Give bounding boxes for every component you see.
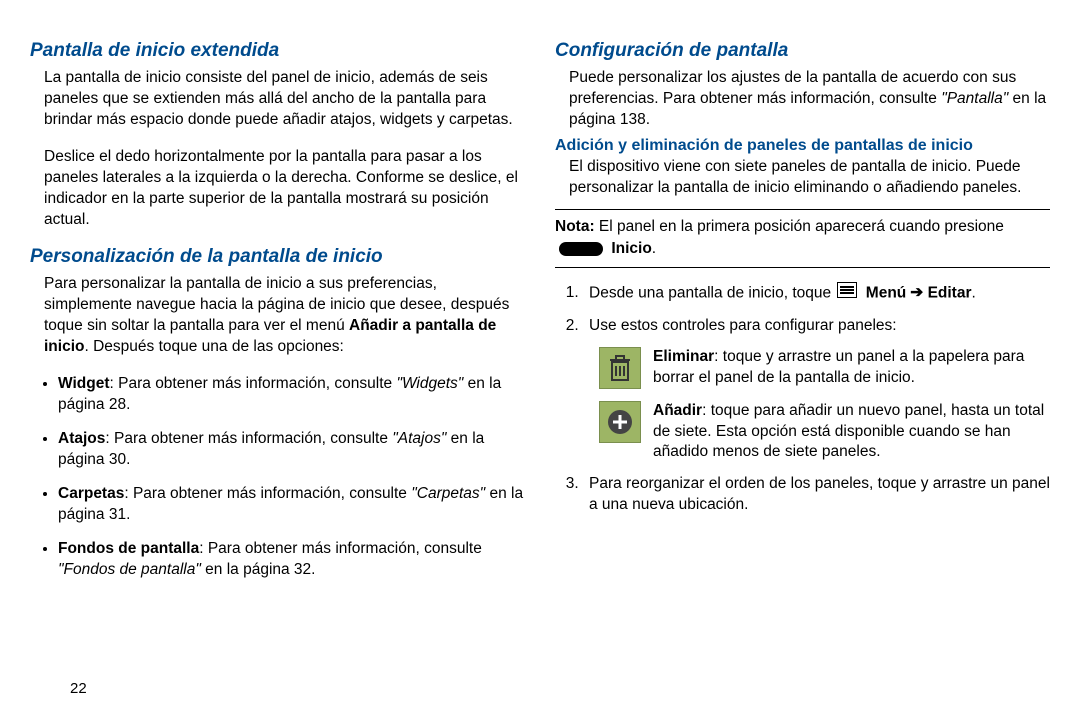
text: : Para obtener más información, consulte [105,430,392,447]
text: . Después toque una de las opciones: [84,338,343,355]
text: . [972,284,976,301]
text: en la página 32. [201,561,316,578]
control-text: Añadir: toque para añadir un nuevo panel… [653,401,1050,461]
label: Carpetas [58,485,124,502]
list-item: Widget: Para obtener más información, co… [58,374,525,416]
text: . [652,240,656,257]
list-item: Desde una pantalla de inicio, toque Menú… [583,282,1050,305]
text: Use estos controles para configurar pane… [589,317,897,334]
label: Widget [58,375,110,392]
note-label: Nota: [555,218,595,235]
text: El panel en la primera posición aparecer… [595,218,1004,235]
label: Fondos de pantalla [58,540,199,557]
text: : Para obtener más información, consulte [110,375,397,392]
menu-icon [837,282,857,305]
plus-icon [599,401,641,443]
ref: "Pantalla" [941,90,1008,107]
options-list: Widget: Para obtener más información, co… [30,374,525,580]
para-panels: El dispositivo viene con siete paneles d… [555,157,1050,199]
list-item: Fondos de pantalla: Para obtener más inf… [58,539,525,581]
control-add: Añadir: toque para añadir un nuevo panel… [599,401,1050,461]
para-intro: La pantalla de inicio consiste del panel… [30,68,525,131]
label: Atajos [58,430,105,447]
control-delete: Eliminar: toque y arrastre un panel a la… [599,347,1050,389]
trash-icon [599,347,641,389]
heading-add-remove-panels: Adición y eliminación de paneles de pant… [555,137,1050,155]
ref: "Widgets" [396,375,463,392]
control-text: Eliminar: toque y arrastre un panel a la… [653,347,1050,389]
arrow-icon: ➔ [910,284,923,301]
text: : toque para añadir un nuevo panel, hast… [653,402,1044,459]
note-box: Nota: El panel en la primera posición ap… [555,209,1050,268]
para-personalize: Para personalizar la pantalla de inicio … [30,274,525,358]
ref: "Fondos de pantalla" [58,561,201,578]
steps-list: Desde una pantalla de inicio, toque Menú… [555,282,1050,516]
right-column: Configuración de pantalla Puede personal… [555,40,1050,594]
para-config: Puede personalizar los ajustes de la pan… [555,68,1050,131]
two-column-layout: Pantalla de inicio extendida La pantalla… [30,40,1050,594]
label: Eliminar [653,348,714,365]
para-swipe: Deslice el dedo horizontalmente por la p… [30,147,525,231]
list-item: Atajos: Para obtener más información, co… [58,429,525,471]
text-bold: Inicio [611,240,651,257]
text-bold: Editar [928,284,972,301]
text: : Para obtener más información, consulte [199,540,482,557]
list-item: Carpetas: Para obtener más información, … [58,484,525,526]
ref: "Carpetas" [411,485,485,502]
heading-screen-config: Configuración de pantalla [555,40,1050,62]
ref: "Atajos" [392,430,446,447]
page-number: 22 [70,680,87,697]
heading-personalize: Personalización de la pantalla de inicio [30,246,525,268]
list-item: Use estos controles para configurar pane… [583,316,1050,461]
heading-extended-home: Pantalla de inicio extendida [30,40,525,62]
left-column: Pantalla de inicio extendida La pantalla… [30,40,525,594]
list-item: Para reorganizar el orden de los paneles… [583,474,1050,516]
text-bold: Menú [866,284,906,301]
text: Desde una pantalla de inicio, toque [589,284,835,301]
text: : Para obtener más información, consulte [124,485,411,502]
label: Añadir [653,402,702,419]
home-key-icon [559,242,603,256]
